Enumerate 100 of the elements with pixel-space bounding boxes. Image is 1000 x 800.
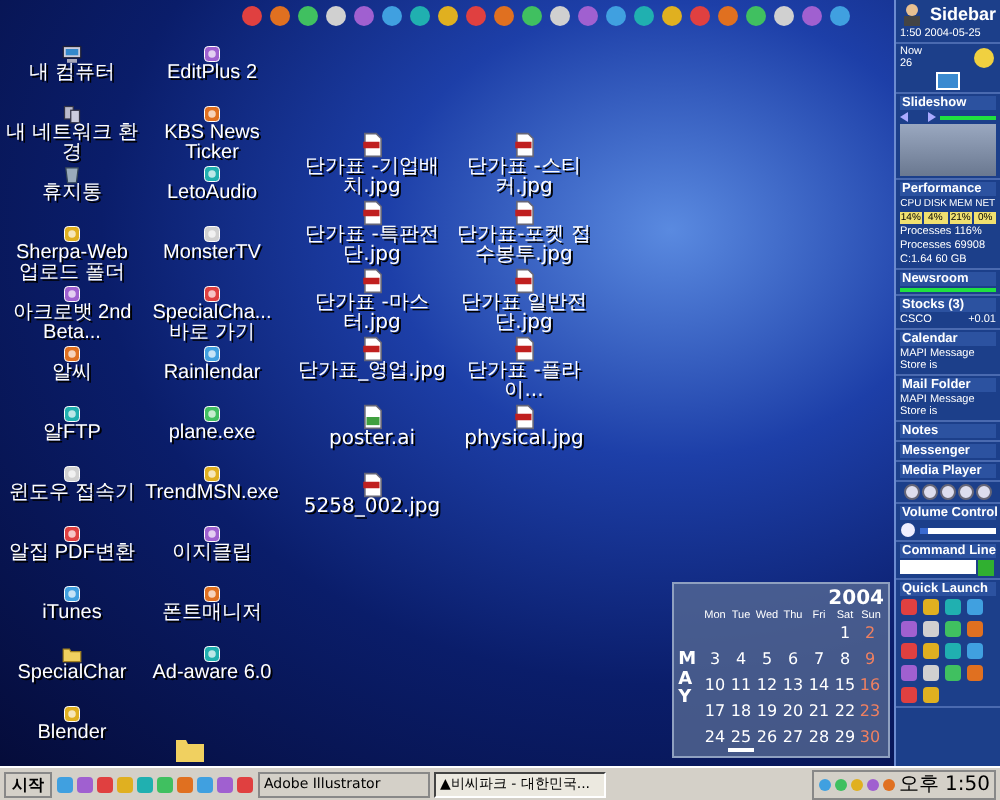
app-icon[interactable] — [202, 524, 222, 544]
file-label[interactable]: 단가표 -기업배치.jpg — [296, 158, 448, 198]
folder-icon[interactable] — [62, 644, 82, 664]
folder-icon[interactable] — [176, 736, 204, 762]
command-field[interactable] — [900, 560, 976, 574]
image-file-icon[interactable] — [511, 336, 537, 362]
calendar-day[interactable]: 13 — [780, 676, 806, 700]
file-label[interactable]: physical.jpg — [448, 430, 600, 450]
file-label[interactable]: 단가표 -특판전단.jpg — [296, 226, 448, 266]
app-icon[interactable] — [202, 464, 222, 484]
app-icon[interactable] — [202, 164, 222, 184]
app-icon[interactable] — [202, 284, 222, 304]
app-icon[interactable] — [62, 284, 82, 304]
app-icon[interactable] — [202, 344, 222, 364]
image-file-icon[interactable] — [511, 200, 537, 226]
icon-label[interactable]: Sherpa-Web 업로드 폴더 — [4, 244, 140, 284]
network-icon[interactable] — [62, 104, 82, 124]
toolbar-icon[interactable] — [324, 4, 348, 28]
toolbar-icon[interactable] — [436, 4, 460, 28]
calendar-day[interactable]: 7 — [806, 650, 832, 674]
app-icon[interactable] — [202, 404, 222, 424]
app-icon[interactable] — [202, 104, 222, 124]
toolbar-icon[interactable] — [828, 4, 852, 28]
app-icon[interactable] — [62, 704, 82, 724]
toolbar-icon[interactable] — [296, 4, 320, 28]
image-file-icon[interactable] — [359, 336, 385, 362]
image-file-icon[interactable] — [511, 132, 537, 158]
document-icon[interactable] — [359, 404, 385, 430]
calendar-day[interactable]: 11 — [728, 676, 754, 700]
image-file-icon[interactable] — [511, 404, 537, 430]
icon-label[interactable]: 알집 PDF변환 — [4, 544, 140, 564]
volume-slider[interactable] — [920, 527, 928, 533]
file-label[interactable]: 단가표 -스티커.jpg — [448, 158, 600, 198]
calendar-day[interactable]: 19 — [754, 702, 780, 726]
icon-label[interactable]: MonsterTV — [144, 244, 280, 264]
file-label[interactable]: 단가표 -마스터.jpg — [296, 294, 448, 334]
calendar-day[interactable]: 3 — [702, 650, 728, 674]
icon-label[interactable]: 이지클립 — [144, 544, 280, 564]
icon-label[interactable]: Blender — [4, 724, 140, 744]
toolbar-icon[interactable] — [772, 4, 796, 28]
app-icon[interactable] — [202, 44, 222, 64]
file-label[interactable]: poster.ai — [296, 430, 448, 450]
calendar-day[interactable]: 21 — [806, 702, 832, 726]
image-file-icon[interactable] — [359, 200, 385, 226]
toolbar-icon[interactable] — [380, 4, 404, 28]
icon-label[interactable]: SpecialChar — [4, 664, 140, 684]
icon-label[interactable]: Ad-aware 6.0 — [144, 664, 280, 684]
calendar-day[interactable]: 24 — [702, 728, 728, 752]
calendar-day[interactable]: 28 — [806, 728, 832, 752]
icon-label[interactable]: 휴지통 — [4, 184, 140, 204]
image-file-icon[interactable] — [359, 132, 385, 158]
calendar-day[interactable]: 26 — [754, 728, 780, 752]
icon-label[interactable]: Rainlendar — [144, 364, 280, 384]
app-icon[interactable] — [202, 224, 222, 244]
icon-label[interactable]: 내 네트워크 환경 — [4, 124, 140, 164]
toolbar-icon[interactable] — [548, 4, 572, 28]
toolbar-icon[interactable] — [268, 4, 292, 28]
toolbar-icon[interactable] — [520, 4, 544, 28]
icon-label[interactable]: 알씨 — [4, 364, 140, 384]
app-icon[interactable] — [202, 644, 222, 664]
calendar-day[interactable]: 15 — [832, 676, 858, 700]
toolbar-icon[interactable] — [744, 4, 768, 28]
calendar-day[interactable]: 22 — [832, 702, 858, 726]
app-icon[interactable] — [62, 344, 82, 364]
icon-label[interactable]: 아크로뱃 2nd Beta... — [4, 304, 140, 344]
icon-label[interactable]: 알FTP — [4, 424, 140, 444]
icon-label[interactable]: EditPlus 2 — [144, 64, 280, 84]
app-icon[interactable] — [62, 584, 82, 604]
calendar-day[interactable]: 17 — [702, 702, 728, 726]
calendar-day[interactable]: 8 — [832, 650, 858, 674]
trash-icon[interactable] — [62, 164, 82, 184]
calendar-day[interactable]: 29 — [832, 728, 858, 752]
toolbar-icon[interactable] — [660, 4, 684, 28]
calendar-day[interactable]: 20 — [780, 702, 806, 726]
icon-label[interactable]: LetoAudio — [144, 184, 280, 204]
calendar-day[interactable]: 5 — [754, 650, 780, 674]
computer-icon[interactable] — [62, 44, 82, 64]
calendar-day[interactable]: 10 — [702, 676, 728, 700]
file-label[interactable]: 단가표_영업.jpg — [296, 362, 448, 382]
file-label[interactable]: 단가표-포켓 접수봉투.jpg — [448, 226, 600, 266]
icon-label[interactable]: TrendMSN.exe — [144, 484, 280, 504]
toolbar-icon[interactable] — [408, 4, 432, 28]
calendar-day[interactable]: 12 — [754, 676, 780, 700]
image-file-icon[interactable] — [511, 268, 537, 294]
icon-label[interactable]: plane.exe — [144, 424, 280, 444]
calendar-day[interactable]: 27 — [780, 728, 806, 752]
app-icon[interactable] — [62, 524, 82, 544]
calendar-day[interactable]: 25 — [728, 728, 754, 752]
calendar-day[interactable]: 1 — [832, 624, 858, 648]
calendar-day[interactable]: 18 — [728, 702, 754, 726]
file-label[interactable]: 단가표 -플라이... — [448, 362, 600, 402]
app-icon[interactable] — [62, 224, 82, 244]
icon-label[interactable]: 윈도우 접속기 — [4, 484, 140, 504]
icon-label[interactable]: iTunes — [4, 604, 140, 624]
calendar-day[interactable]: 14 — [806, 676, 832, 700]
icon-label[interactable]: SpecialCha... 바로 가기 — [144, 304, 280, 344]
app-icon[interactable] — [62, 404, 82, 424]
toolbar-icon[interactable] — [240, 4, 264, 28]
calendar-day[interactable]: 6 — [780, 650, 806, 674]
app-icon[interactable] — [62, 464, 82, 484]
